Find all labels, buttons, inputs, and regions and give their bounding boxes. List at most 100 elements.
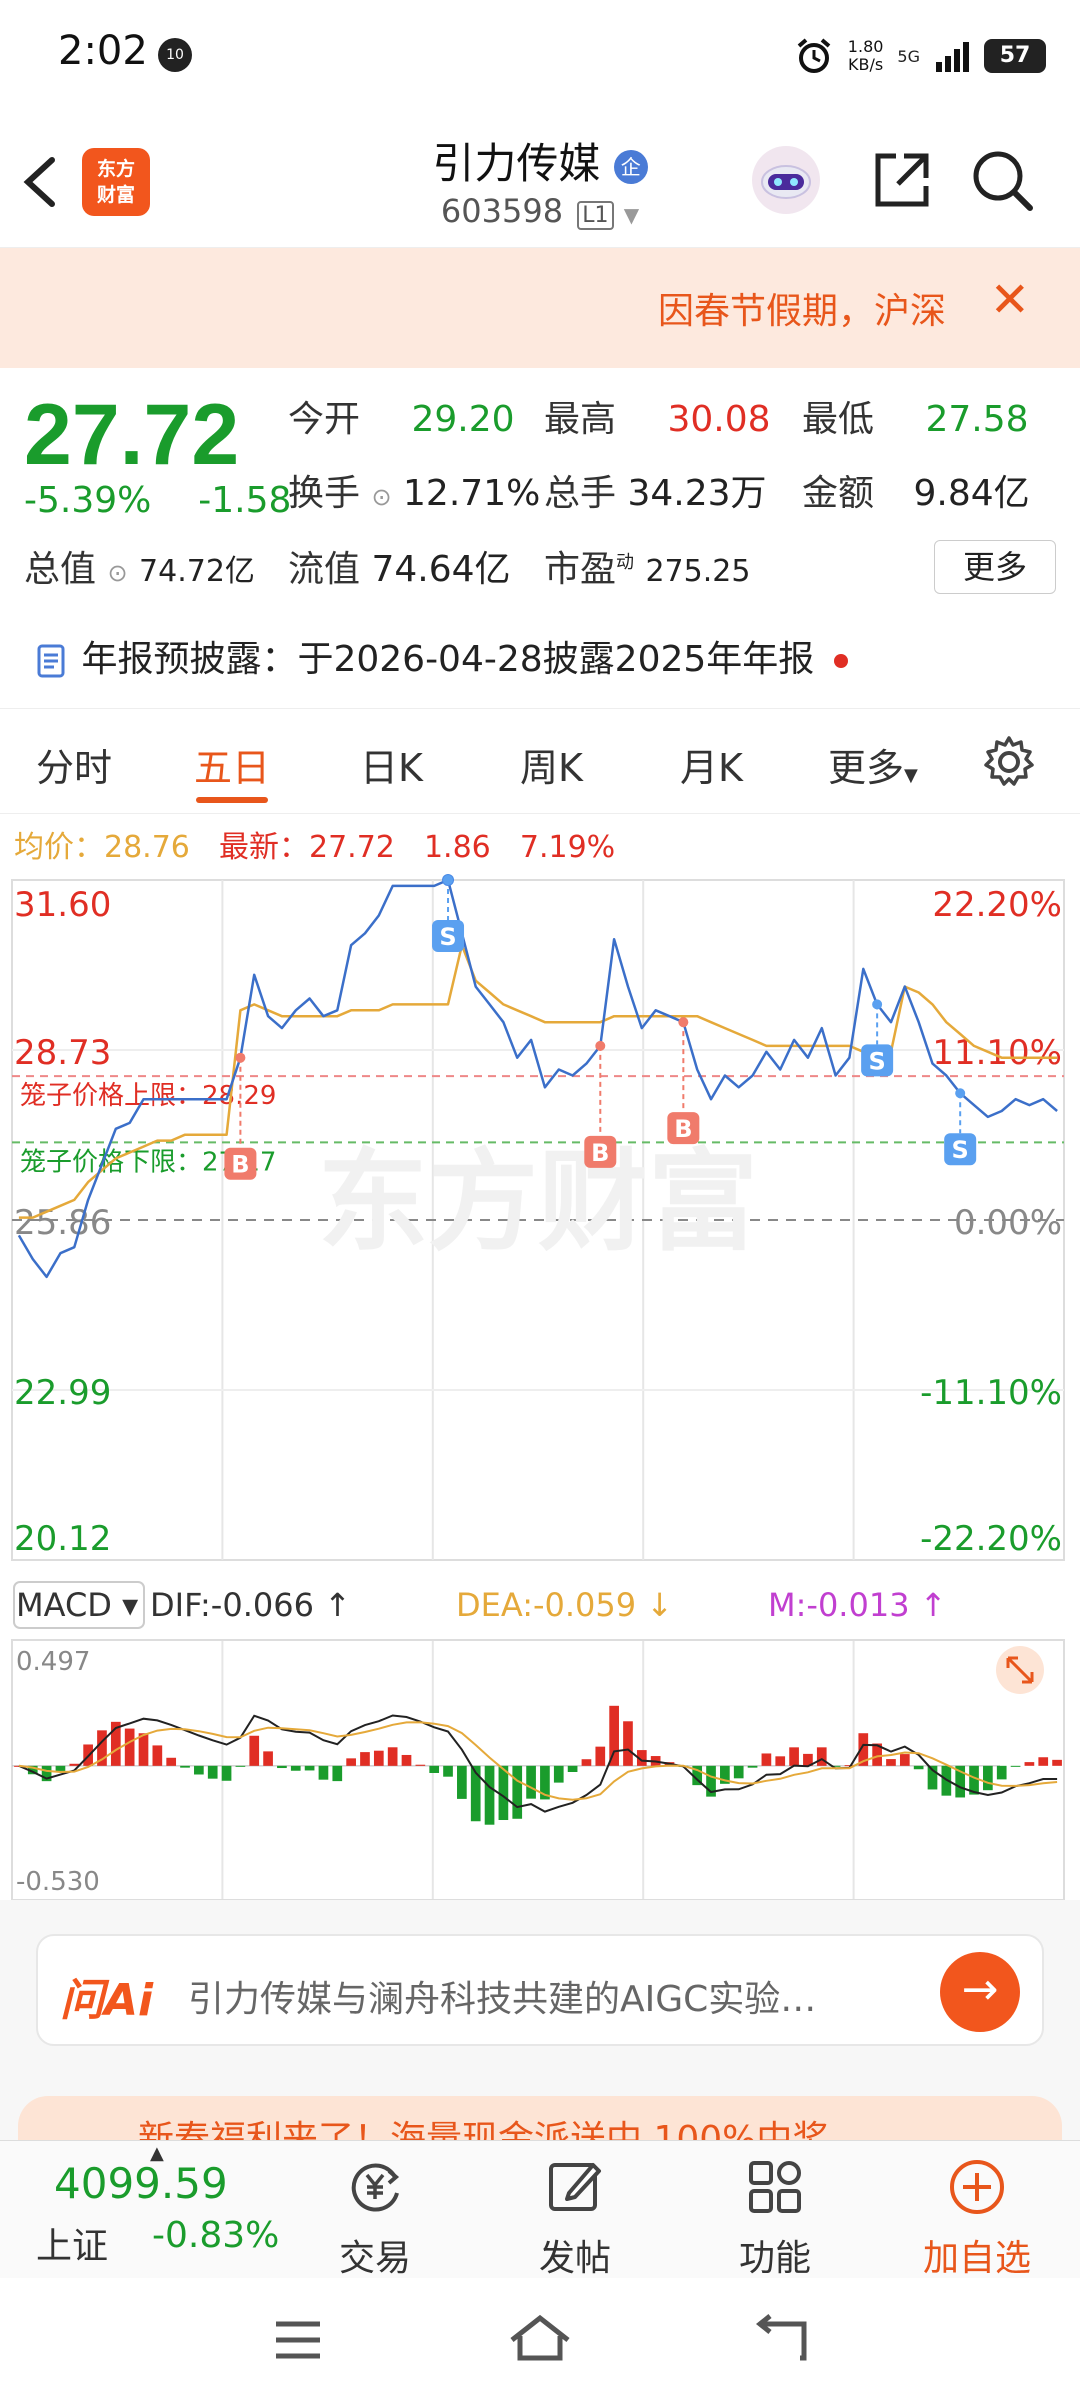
status-time: 2:02 bbox=[58, 28, 148, 74]
ai-ask-box[interactable]: 问Ai 引力传媒与澜舟科技共建的AIGC实验… → bbox=[36, 1934, 1044, 2046]
macd-bar bbox=[277, 1765, 287, 1769]
plus-circle-icon bbox=[950, 2160, 1004, 2214]
pe-label: 市盈 bbox=[544, 549, 617, 590]
float-value: 74.64亿 bbox=[371, 549, 511, 590]
stock-name-text: 引力传媒 bbox=[432, 139, 601, 188]
add-watchlist-button[interactable]: 加自选 bbox=[902, 2155, 1052, 2281]
notice-text: 因春节假期，沪深 bbox=[657, 291, 946, 332]
more-quote-button[interactable]: 更多 bbox=[934, 540, 1056, 594]
macd-header: MACD ▾ DIF:-0.066 ↑ DEA:-0.059 ↓ M:-0.013 ↑ bbox=[16, 1586, 947, 1624]
macd-bar bbox=[457, 1765, 467, 1799]
signal-letter: S bbox=[868, 1047, 885, 1075]
tab-monthly-k[interactable]: 月K bbox=[680, 737, 743, 792]
caret-down-icon: ▼ bbox=[904, 765, 918, 786]
mktcap-label: 总值 bbox=[24, 549, 97, 590]
quote-mktcap: 总值 ⊙ 74.72亿 bbox=[24, 540, 255, 592]
ai-logo: 问Ai bbox=[60, 1975, 154, 2026]
macd-bar bbox=[913, 1765, 924, 1770]
robot-assistant-icon[interactable] bbox=[750, 144, 822, 216]
quote-amount: 金额 9.84亿 bbox=[802, 464, 1030, 516]
amount-label: 金额 bbox=[802, 473, 875, 514]
float-label: 流值 bbox=[288, 549, 361, 590]
system-navigation-bar bbox=[0, 2278, 1080, 2400]
tab-weekly-k[interactable]: 周K bbox=[520, 737, 583, 792]
signal-point bbox=[235, 1052, 246, 1063]
macd-bar bbox=[609, 1705, 619, 1766]
function-label: 功能 bbox=[738, 2238, 811, 2279]
home-icon[interactable] bbox=[506, 2312, 574, 2364]
macd-bar bbox=[526, 1765, 536, 1799]
back-nav-icon[interactable] bbox=[752, 2314, 812, 2364]
notification-badge: 10 bbox=[158, 38, 192, 72]
y-left-tick-label: 20.12 bbox=[14, 1519, 111, 1559]
bottom-toolbar: ▲ 4099.59 上证 -0.83% 交易 发帖 功能 加自选 bbox=[0, 2140, 1080, 2281]
close-icon[interactable]: ✕ bbox=[990, 272, 1030, 328]
chevron-down-icon: ▼ bbox=[623, 203, 640, 227]
macd-top-tick: 0.497 bbox=[16, 1647, 90, 1677]
edit-icon bbox=[549, 2163, 601, 2211]
macd-bar bbox=[373, 1750, 384, 1766]
volume-value: 34.23万 bbox=[627, 473, 767, 514]
ai-section: 问Ai 引力传媒与澜舟科技共建的AIGC实验… → 新春福利来了！海量现金派送中… bbox=[0, 1900, 1080, 2156]
low-label: 最低 bbox=[802, 399, 875, 440]
share-icon[interactable] bbox=[866, 144, 938, 216]
signal-letter: S bbox=[439, 923, 456, 951]
trade-button[interactable]: 交易 bbox=[300, 2155, 450, 2281]
current-price: 27.72 bbox=[24, 387, 240, 483]
menu-icon[interactable] bbox=[270, 2318, 326, 2362]
active-tab-indicator bbox=[196, 797, 268, 803]
macd-bar bbox=[816, 1747, 827, 1766]
info-icon[interactable]: ⊙ bbox=[107, 559, 127, 587]
volume-label: 总手 bbox=[544, 473, 617, 514]
info-icon[interactable]: ⊙ bbox=[371, 483, 391, 511]
function-button[interactable]: 功能 bbox=[700, 2155, 850, 2281]
quote-open: 今开 29.20 bbox=[288, 390, 515, 442]
macd-bar bbox=[595, 1746, 606, 1766]
index-value: 4099.59 bbox=[54, 2159, 228, 2208]
trade-label: 交易 bbox=[338, 2238, 411, 2279]
macd-bar bbox=[304, 1765, 315, 1771]
tab-five-day[interactable]: 五日 bbox=[194, 737, 270, 792]
tab-more[interactable]: 更多▼ bbox=[828, 737, 918, 792]
watermark-text: 东方财富 bbox=[318, 1138, 758, 1266]
y-right-tick-label: 0.00% bbox=[954, 1203, 1062, 1243]
macd-bar bbox=[332, 1765, 343, 1782]
signal-letter: B bbox=[231, 1151, 249, 1179]
settings-gear-icon[interactable] bbox=[980, 733, 1038, 791]
pe-sup: 动 bbox=[616, 552, 635, 573]
alarm-icon bbox=[797, 38, 831, 73]
grid-icon bbox=[749, 2161, 801, 2213]
price-change: -5.39% -1.58 bbox=[24, 480, 291, 521]
tab-intraday[interactable]: 分时 bbox=[36, 737, 112, 792]
macd-bar bbox=[69, 1763, 80, 1766]
ai-question-text: 引力传媒与澜舟科技共建的AIGC实验… bbox=[188, 1979, 817, 2020]
annual-report-disclosure[interactable]: 年报预披露：于2026-04-28披露2025年年报 bbox=[34, 630, 848, 682]
quote-low: 最低 27.58 bbox=[802, 390, 1029, 442]
macd-bar bbox=[761, 1753, 772, 1766]
signal-point bbox=[678, 1017, 689, 1028]
open-value: 29.20 bbox=[411, 399, 515, 440]
upper-limit-label: 笼子价格上限：28.29 bbox=[20, 1081, 276, 1111]
search-icon[interactable] bbox=[966, 144, 1038, 216]
macd-bar bbox=[346, 1758, 356, 1766]
holiday-notice-banner[interactable]: 因春节假期，沪深 ✕ bbox=[0, 248, 1080, 368]
arrow-right-icon[interactable]: → bbox=[940, 1952, 1020, 2032]
tab-more-label: 更多 bbox=[828, 746, 905, 790]
y-left-tick-label: 25.86 bbox=[14, 1203, 111, 1243]
macd-bar bbox=[996, 1765, 1007, 1780]
macd-bar bbox=[138, 1733, 149, 1766]
macd-bottom-tick: -0.530 bbox=[16, 1867, 100, 1897]
y-right-tick-label: -22.20% bbox=[920, 1519, 1062, 1559]
y-left-tick-label: 31.60 bbox=[14, 885, 111, 925]
signal-letter: B bbox=[591, 1139, 609, 1167]
quote-high: 最高 30.08 bbox=[544, 390, 771, 442]
y-right-tick-label: 22.20% bbox=[932, 885, 1062, 925]
macd-bar bbox=[789, 1747, 799, 1766]
five-day-price-chart[interactable]: 东方财富笼子价格上限：28.29笼子价格下限：27.1731.6028.7325… bbox=[0, 860, 1080, 1920]
macd-bar bbox=[733, 1765, 744, 1779]
post-button[interactable]: 发帖 bbox=[500, 2155, 650, 2281]
open-label: 今开 bbox=[288, 399, 361, 440]
macd-bar bbox=[983, 1765, 993, 1791]
macd-bar bbox=[581, 1759, 592, 1766]
tab-daily-k[interactable]: 日K bbox=[360, 737, 423, 792]
